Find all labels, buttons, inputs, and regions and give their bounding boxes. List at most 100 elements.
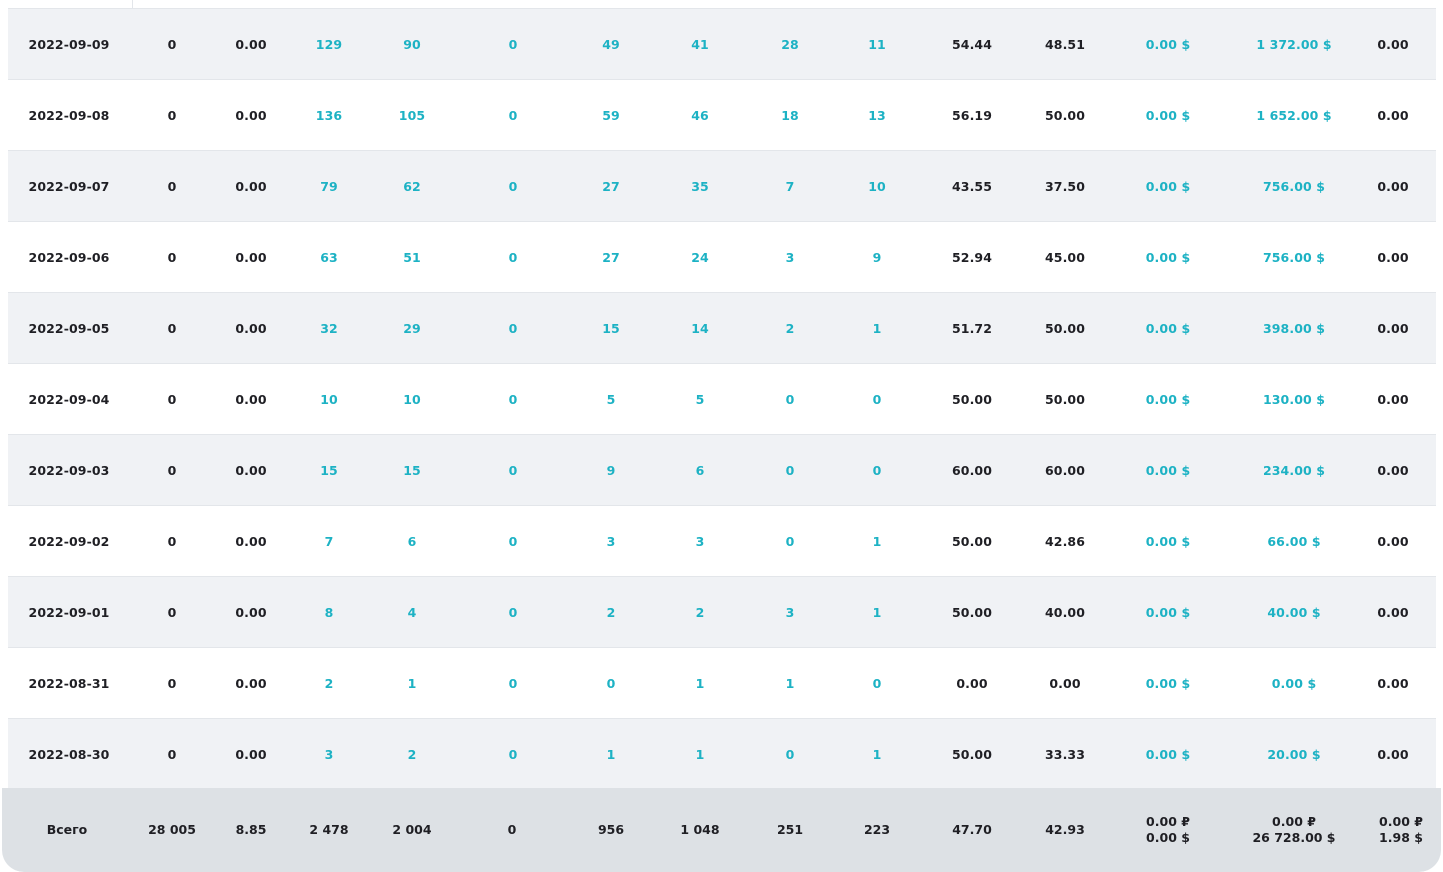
link-cell[interactable]: 0.00 $ bbox=[1146, 719, 1191, 790]
link-cell[interactable]: 0.00 $ bbox=[1146, 577, 1191, 648]
link-cell[interactable]: 15 bbox=[602, 293, 620, 364]
link-cell[interactable]: 0.00 $ bbox=[1146, 293, 1191, 364]
link-cell[interactable]: 2 bbox=[607, 577, 616, 648]
link-cell[interactable]: 27 bbox=[602, 222, 620, 293]
link-cell[interactable]: 0 bbox=[509, 648, 518, 719]
link-cell[interactable]: 10 bbox=[320, 364, 338, 435]
link-cell[interactable]: 1 652.00 $ bbox=[1256, 80, 1331, 151]
link-cell[interactable]: 0.00 $ bbox=[1146, 151, 1191, 222]
link-cell[interactable]: 10 bbox=[403, 364, 421, 435]
link-cell[interactable]: 0.00 $ bbox=[1146, 9, 1191, 80]
link-cell[interactable]: 13 bbox=[868, 80, 886, 151]
link-cell[interactable]: 0 bbox=[509, 506, 518, 577]
link-cell[interactable]: 20.00 $ bbox=[1267, 719, 1320, 790]
link-cell[interactable]: 9 bbox=[873, 222, 882, 293]
link-cell[interactable]: 0.00 $ bbox=[1146, 648, 1191, 719]
link-cell[interactable]: 1 bbox=[696, 648, 705, 719]
link-cell[interactable]: 59 bbox=[602, 80, 620, 151]
link-cell[interactable]: 5 bbox=[607, 364, 616, 435]
link-cell[interactable]: 9 bbox=[607, 435, 616, 506]
link-cell[interactable]: 0 bbox=[786, 506, 795, 577]
link-cell[interactable]: 14 bbox=[691, 293, 709, 364]
date-cell: 2022-09-02 bbox=[28, 534, 110, 549]
link-cell[interactable]: 0 bbox=[607, 648, 616, 719]
link-cell[interactable]: 35 bbox=[691, 151, 709, 222]
link-cell[interactable]: 2 bbox=[325, 648, 334, 719]
link-cell[interactable]: 49 bbox=[602, 9, 620, 80]
link-cell[interactable]: 40.00 $ bbox=[1267, 577, 1320, 648]
link-cell[interactable]: 0 bbox=[509, 80, 518, 151]
link-cell[interactable]: 0.00 $ bbox=[1146, 80, 1191, 151]
link-cell[interactable]: 0.00 $ bbox=[1146, 435, 1191, 506]
link-cell[interactable]: 3 bbox=[786, 577, 795, 648]
link-cell[interactable]: 105 bbox=[399, 80, 425, 151]
link-cell[interactable]: 0 bbox=[509, 364, 518, 435]
link-cell[interactable]: 6 bbox=[408, 506, 417, 577]
link-cell[interactable]: 0.00 $ bbox=[1146, 222, 1191, 293]
link-cell[interactable]: 1 372.00 $ bbox=[1256, 9, 1331, 80]
link-cell[interactable]: 27 bbox=[602, 151, 620, 222]
link-cell[interactable]: 0 bbox=[873, 364, 882, 435]
link-cell[interactable]: 136 bbox=[316, 80, 342, 151]
link-cell[interactable]: 46 bbox=[691, 80, 709, 151]
link-cell[interactable]: 62 bbox=[403, 151, 421, 222]
link-cell[interactable]: 0 bbox=[509, 222, 518, 293]
link-cell[interactable]: 0.00 $ bbox=[1272, 648, 1317, 719]
link-cell[interactable]: 5 bbox=[696, 364, 705, 435]
link-cell[interactable]: 15 bbox=[403, 435, 421, 506]
link-cell[interactable]: 0.00 $ bbox=[1146, 506, 1191, 577]
link-cell[interactable]: 1 bbox=[873, 293, 882, 364]
link-cell[interactable]: 11 bbox=[868, 9, 886, 80]
link-cell[interactable]: 2 bbox=[696, 577, 705, 648]
link-cell[interactable]: 1 bbox=[873, 577, 882, 648]
link-cell[interactable]: 7 bbox=[786, 151, 795, 222]
link-cell[interactable]: 29 bbox=[403, 293, 421, 364]
link-cell[interactable]: 2 bbox=[786, 293, 795, 364]
link-cell[interactable]: 1 bbox=[696, 719, 705, 790]
link-cell[interactable]: 4 bbox=[408, 577, 417, 648]
link-cell[interactable]: 28 bbox=[781, 9, 799, 80]
link-cell[interactable]: 15 bbox=[320, 435, 338, 506]
link-cell[interactable]: 0 bbox=[509, 151, 518, 222]
link-cell[interactable]: 0 bbox=[509, 577, 518, 648]
link-cell[interactable]: 129 bbox=[316, 9, 342, 80]
link-cell[interactable]: 1 bbox=[786, 648, 795, 719]
link-cell[interactable]: 0 bbox=[873, 648, 882, 719]
link-cell[interactable]: 66.00 $ bbox=[1267, 506, 1320, 577]
link-cell[interactable]: 79 bbox=[320, 151, 338, 222]
link-cell[interactable]: 6 bbox=[696, 435, 705, 506]
link-cell[interactable]: 90 bbox=[403, 9, 421, 80]
link-cell[interactable]: 8 bbox=[325, 577, 334, 648]
link-cell[interactable]: 0 bbox=[509, 9, 518, 80]
link-cell[interactable]: 3 bbox=[786, 222, 795, 293]
link-cell[interactable]: 756.00 $ bbox=[1263, 222, 1325, 293]
link-cell[interactable]: 130.00 $ bbox=[1263, 364, 1325, 435]
link-cell[interactable]: 756.00 $ bbox=[1263, 151, 1325, 222]
link-cell[interactable]: 234.00 $ bbox=[1263, 435, 1325, 506]
link-cell[interactable]: 0 bbox=[786, 435, 795, 506]
link-cell[interactable]: 3 bbox=[325, 719, 334, 790]
link-cell[interactable]: 10 bbox=[868, 151, 886, 222]
link-cell[interactable]: 51 bbox=[403, 222, 421, 293]
link-cell[interactable]: 1 bbox=[408, 648, 417, 719]
link-cell[interactable]: 0 bbox=[873, 435, 882, 506]
link-cell[interactable]: 7 bbox=[325, 506, 334, 577]
link-cell[interactable]: 24 bbox=[691, 222, 709, 293]
link-cell[interactable]: 0 bbox=[786, 364, 795, 435]
link-cell[interactable]: 1 bbox=[873, 719, 882, 790]
link-cell[interactable]: 18 bbox=[781, 80, 799, 151]
link-cell[interactable]: 0 bbox=[509, 719, 518, 790]
link-cell[interactable]: 1 bbox=[607, 719, 616, 790]
link-cell[interactable]: 41 bbox=[691, 9, 709, 80]
link-cell[interactable]: 1 bbox=[873, 506, 882, 577]
link-cell[interactable]: 3 bbox=[696, 506, 705, 577]
link-cell[interactable]: 3 bbox=[607, 506, 616, 577]
link-cell[interactable]: 32 bbox=[320, 293, 338, 364]
link-cell[interactable]: 0 bbox=[786, 719, 795, 790]
link-cell[interactable]: 63 bbox=[320, 222, 338, 293]
link-cell[interactable]: 0 bbox=[509, 293, 518, 364]
link-cell[interactable]: 2 bbox=[408, 719, 417, 790]
link-cell[interactable]: 0 bbox=[509, 435, 518, 506]
link-cell[interactable]: 0.00 $ bbox=[1146, 364, 1191, 435]
link-cell[interactable]: 398.00 $ bbox=[1263, 293, 1325, 364]
